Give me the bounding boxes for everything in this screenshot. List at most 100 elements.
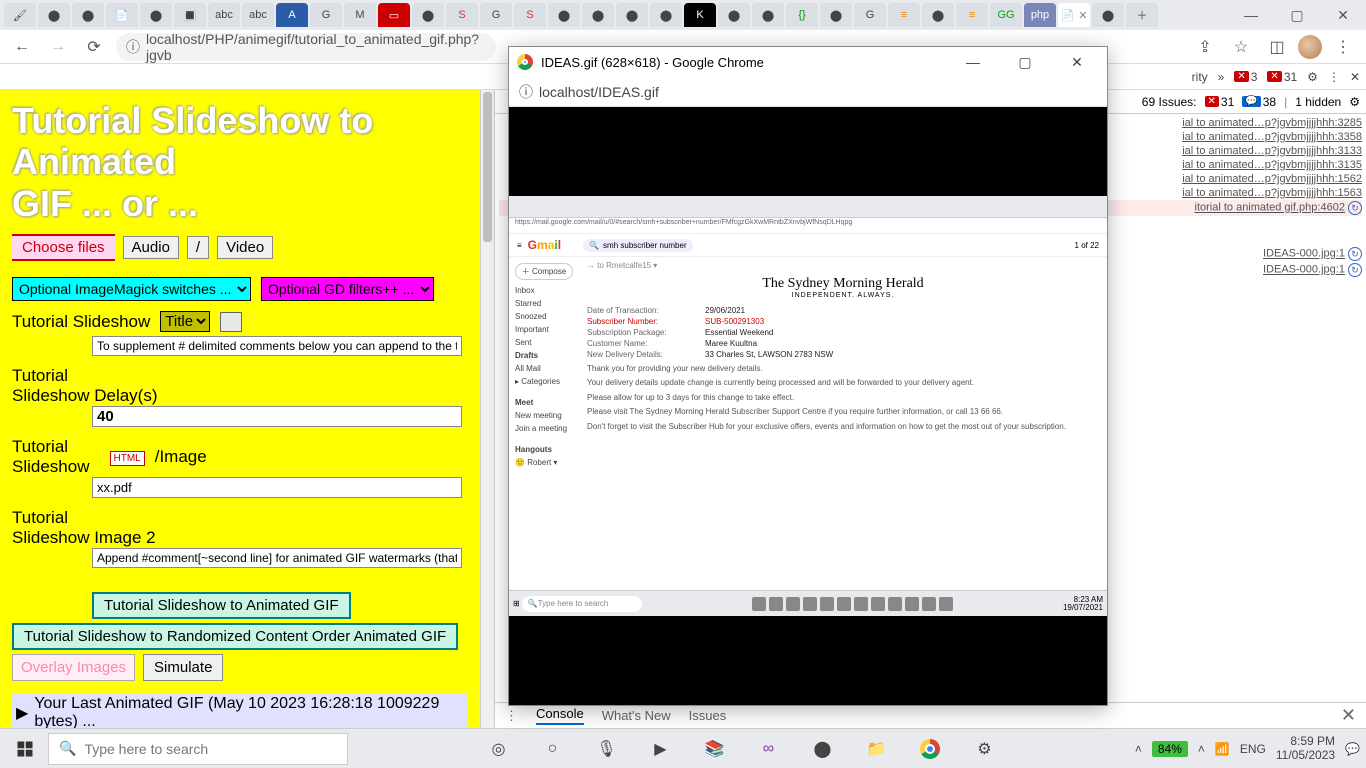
delay-input[interactable] xyxy=(92,406,462,427)
tab-item[interactable]: ⬤ xyxy=(140,3,172,27)
tab-item[interactable]: abc xyxy=(242,3,274,27)
settings-taskbar-icon[interactable]: ⚙ xyxy=(971,736,997,762)
tab-item[interactable]: ⬤ xyxy=(1092,3,1124,27)
new-tab-button[interactable]: ＋ xyxy=(1126,3,1158,27)
tab-item[interactable]: S xyxy=(514,3,546,27)
overflow-icon[interactable]: » xyxy=(1218,70,1225,84)
taskbar-clock[interactable]: 8:59 PM 11/05/2023 xyxy=(1276,735,1335,761)
html-image-input[interactable] xyxy=(92,477,462,498)
popup-maximize-button[interactable]: ▢ xyxy=(1003,47,1047,77)
start-button[interactable] xyxy=(6,733,44,765)
app-icon[interactable]: ▶ xyxy=(647,736,673,762)
tab-item[interactable]: ⬤ xyxy=(922,3,954,27)
devtools-close-icon[interactable]: ✕ xyxy=(1350,70,1360,84)
slash-button[interactable]: / xyxy=(187,236,209,259)
console-source-link[interactable]: itorial to animated gif.php:4602 xyxy=(1195,202,1345,214)
site-info-icon[interactable]: ⓘ xyxy=(126,37,140,57)
console-source-link[interactable]: ial to animated…p?jgvbmjjjjhhh:3358 xyxy=(1182,131,1362,143)
file-explorer-icon[interactable]: 📁 xyxy=(863,736,889,762)
tab-item[interactable]: GG xyxy=(990,3,1022,27)
bookmark-star-icon[interactable]: ☆ xyxy=(1226,32,1256,62)
title-hint-input[interactable] xyxy=(92,336,462,356)
drawer-tab-console[interactable]: Console xyxy=(536,706,584,725)
address-bar[interactable]: ⓘ localhost/PHP/animegif/tutorial_to_ani… xyxy=(116,33,496,61)
image2-hint-input[interactable] xyxy=(92,548,462,568)
console-source-link[interactable]: ial to animated…p?jgvbmjjjjhhh:1562 xyxy=(1182,173,1362,185)
tab-item[interactable]: 📄 xyxy=(106,3,138,27)
info-icon[interactable]: ↻ xyxy=(1348,201,1362,215)
minimize-button[interactable]: — xyxy=(1228,0,1274,30)
create-animated-gif-button[interactable]: Tutorial Slideshow to Animated GIF xyxy=(92,592,351,619)
chrome-menu-icon[interactable]: ⋮ xyxy=(1328,32,1358,62)
tray-overflow-icon[interactable]: ˄ xyxy=(1135,742,1142,756)
tab-item[interactable]: ⬤ xyxy=(412,3,444,27)
back-button[interactable]: ← xyxy=(8,33,36,61)
create-random-gif-button[interactable]: Tutorial Slideshow to Randomized Content… xyxy=(12,623,458,650)
app-icon[interactable]: 📚 xyxy=(701,736,727,762)
popup-close-button[interactable]: ✕ xyxy=(1055,47,1099,77)
extensions-settings-icon[interactable]: ⚙ xyxy=(1307,70,1318,84)
tab-item[interactable]: S xyxy=(446,3,478,27)
tab-item[interactable]: ⬤ xyxy=(38,3,70,27)
battery-indicator[interactable]: 84% xyxy=(1152,741,1188,757)
tab-item[interactable]: php xyxy=(1024,3,1056,27)
tab-item[interactable]: ⬤ xyxy=(718,3,750,27)
tab-item[interactable]: G xyxy=(310,3,342,27)
extension-badge[interactable]: ✕31 xyxy=(1267,70,1297,84)
tab-item[interactable]: ⬤ xyxy=(582,3,614,27)
drawer-tab-whatsnew[interactable]: What's New xyxy=(602,708,671,723)
language-indicator[interactable]: ENG xyxy=(1240,742,1266,756)
tab-item[interactable]: ⬤ xyxy=(820,3,852,27)
console-source-link[interactable]: ial to animated…p?jgvbmjjjjhhh:3285 xyxy=(1182,117,1362,129)
extensions-menu-icon[interactable]: ⋮ xyxy=(1328,70,1340,84)
imagemagick-select[interactable]: Optional ImageMagick switches ... xyxy=(12,277,251,301)
chrome-taskbar-icon[interactable] xyxy=(917,736,943,762)
task-view-icon[interactable]: ◎ xyxy=(485,736,511,762)
tab-item[interactable]: K xyxy=(684,3,716,27)
bookmark-item[interactable]: rity xyxy=(1192,70,1208,84)
side-panel-icon[interactable]: ◫ xyxy=(1262,32,1292,62)
tab-item[interactable]: ⬤ xyxy=(650,3,682,27)
overlay-images-button[interactable]: Overlay Images xyxy=(12,654,135,681)
tab-item-active[interactable]: 📄 ✕ xyxy=(1058,3,1090,27)
visual-studio-icon[interactable]: ∞ xyxy=(755,736,781,762)
forward-button[interactable]: → xyxy=(44,33,72,61)
tab-item[interactable]: ⬤ xyxy=(72,3,104,27)
share-icon[interactable]: ⇪ xyxy=(1190,32,1220,62)
extension-badge[interactable]: ✕3 xyxy=(1234,70,1257,84)
tab-item[interactable]: 🖌 xyxy=(4,3,36,27)
console-source-link[interactable]: IDEAS-000.jpg:1 xyxy=(1263,248,1345,260)
tab-item[interactable]: 🔳 xyxy=(174,3,206,27)
choose-files-button[interactable]: Choose files xyxy=(12,234,115,261)
scrollbar-thumb[interactable] xyxy=(483,92,492,242)
network-icon[interactable]: 📶 xyxy=(1215,742,1230,756)
cortana-icon[interactable]: ○ xyxy=(539,736,565,762)
profile-avatar[interactable] xyxy=(1298,35,1322,59)
console-source-link[interactable]: ial to animated…p?jgvbmjjjjhhh:3135 xyxy=(1182,159,1362,171)
app-icon[interactable]: 🎙 xyxy=(593,736,619,762)
tab-item[interactable]: ▭ xyxy=(378,3,410,27)
info-icon[interactable]: ↻ xyxy=(1348,263,1362,277)
console-source-link[interactable]: IDEAS-000.jpg:1 xyxy=(1263,264,1345,276)
tab-item[interactable]: G xyxy=(854,3,886,27)
maximize-button[interactable]: ▢ xyxy=(1274,0,1320,30)
drawer-tab-issues[interactable]: Issues xyxy=(689,708,727,723)
devtools-settings-icon[interactable]: ⚙ xyxy=(1349,95,1360,109)
app-icon[interactable]: ⬤ xyxy=(809,736,835,762)
tab-item[interactable]: ≡ xyxy=(956,3,988,27)
tab-item[interactable]: M xyxy=(344,3,376,27)
video-button[interactable]: Video xyxy=(217,236,273,259)
tab-item[interactable]: G xyxy=(480,3,512,27)
color-swatch[interactable] xyxy=(220,312,242,332)
site-info-icon[interactable]: ⓘ xyxy=(519,82,533,102)
page-scrollbar[interactable] xyxy=(480,90,494,728)
tray-chevron-icon[interactable]: ˄ xyxy=(1198,742,1205,756)
tab-item[interactable]: ⬤ xyxy=(616,3,648,27)
gd-filters-select[interactable]: Optional GD filters++ ... xyxy=(261,277,434,301)
reload-button[interactable]: ⟳ xyxy=(80,33,108,61)
drawer-close-icon[interactable]: ✕ xyxy=(1341,705,1356,726)
popup-minimize-button[interactable]: — xyxy=(951,47,995,77)
popup-titlebar[interactable]: IDEAS.gif (628×618) - Google Chrome — ▢ … xyxy=(509,47,1107,77)
drawer-menu-icon[interactable]: ⋮ xyxy=(505,708,518,724)
tab-item[interactable]: ⬤ xyxy=(548,3,580,27)
